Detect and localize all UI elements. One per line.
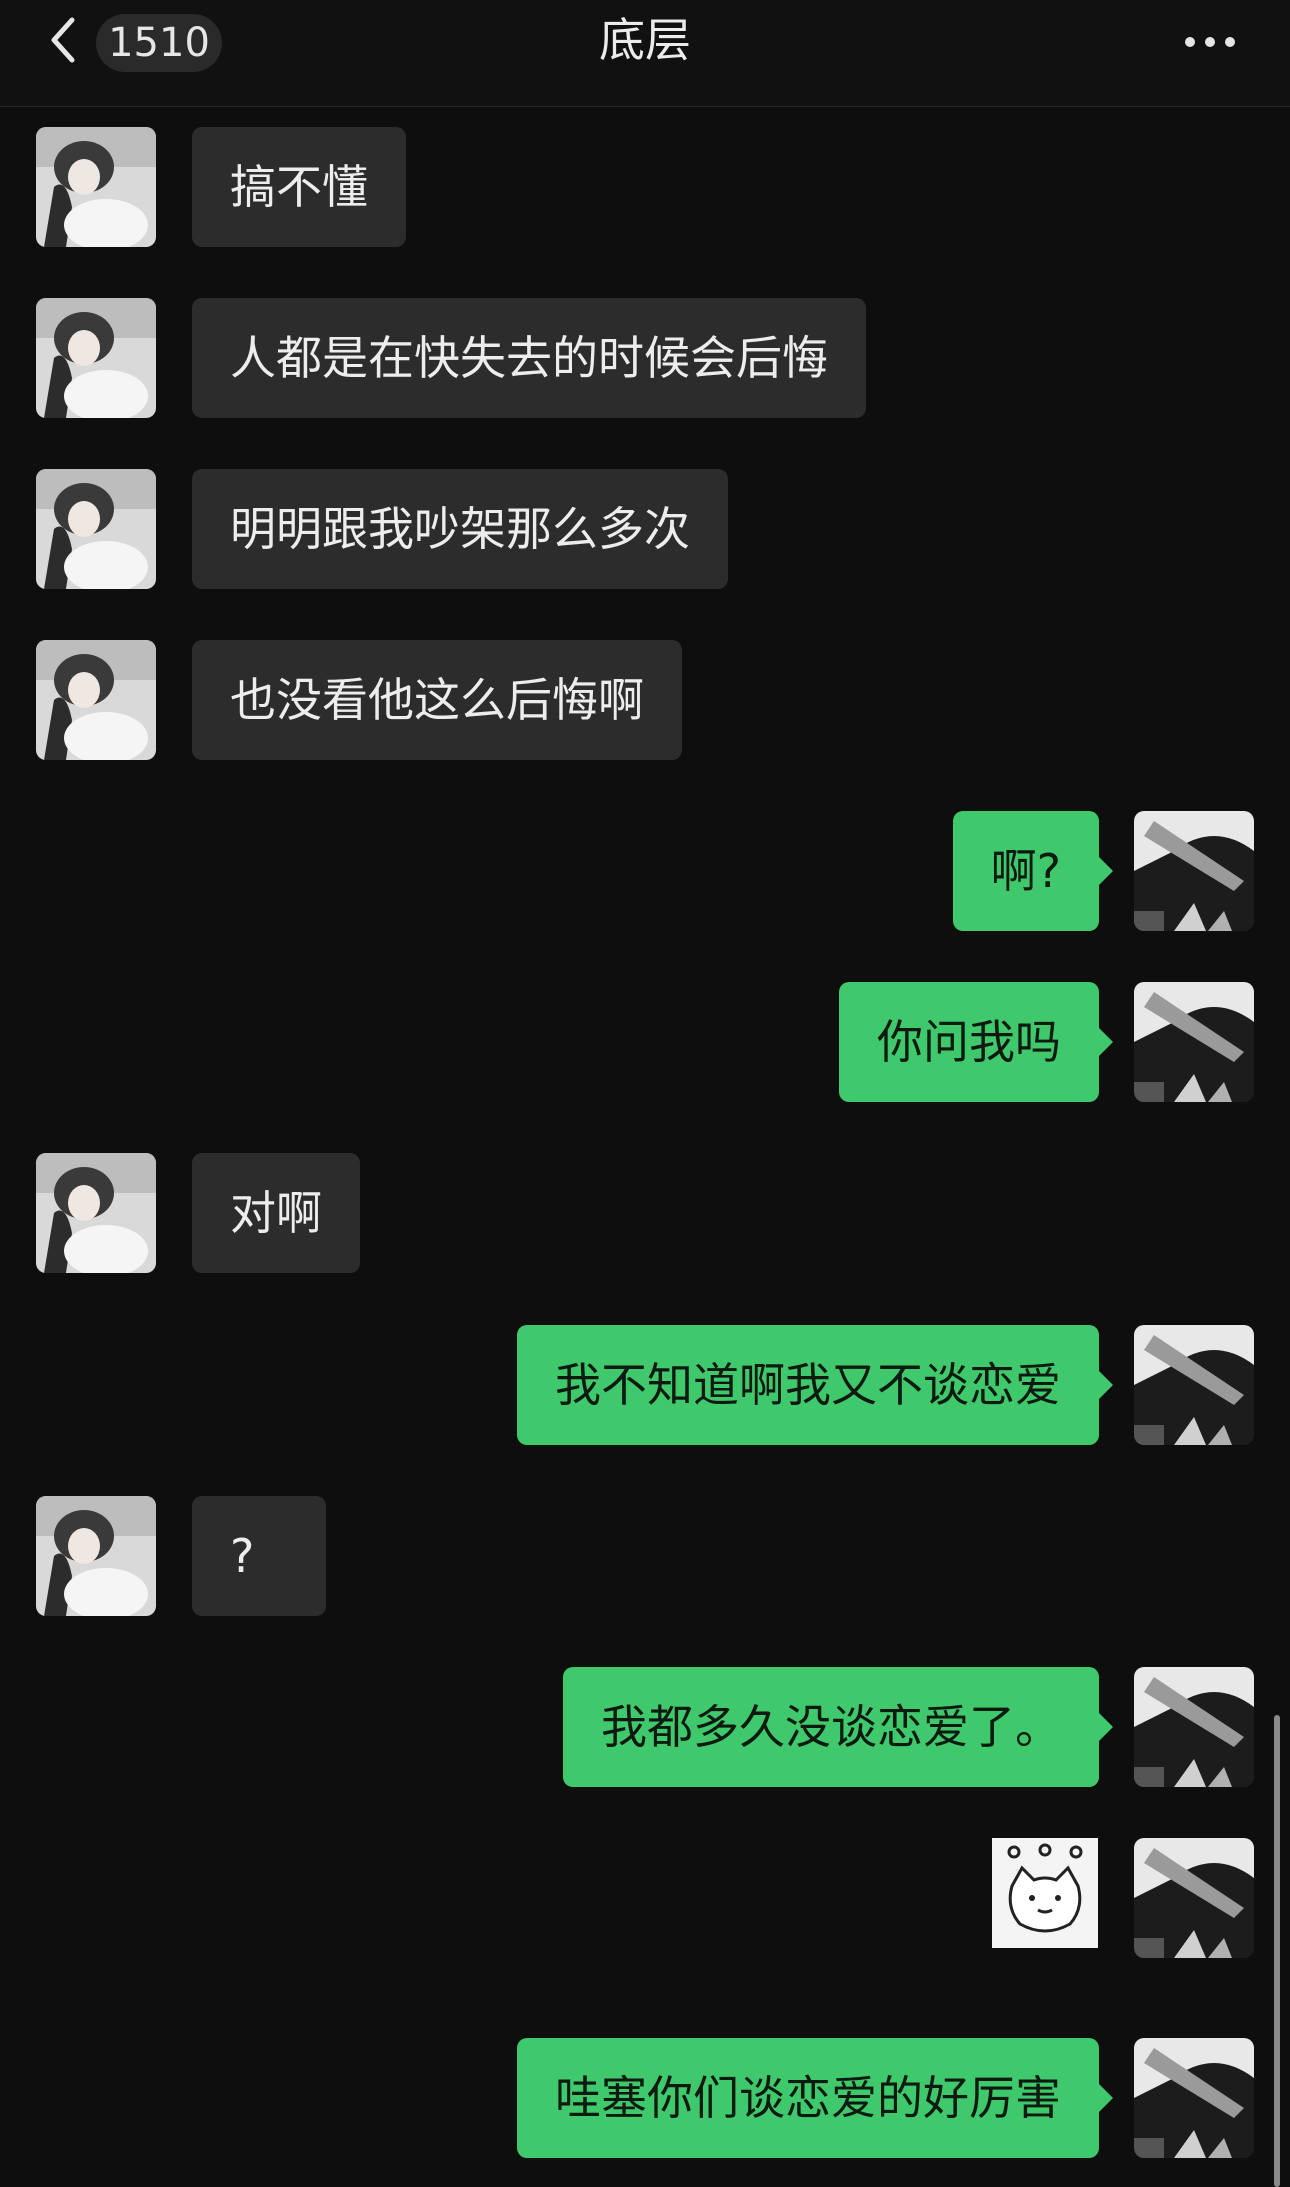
outgoing-message-bubble[interactable]: 啊? bbox=[952, 811, 1114, 931]
self-avatar[interactable] bbox=[1134, 2038, 1254, 2158]
self-avatar[interactable] bbox=[1134, 1838, 1254, 1958]
more-dots-icon[interactable] bbox=[1180, 22, 1240, 62]
contact-avatar[interactable] bbox=[36, 1153, 156, 1273]
chat-header: 1510 底层 bbox=[0, 0, 1290, 107]
self-avatar[interactable] bbox=[1134, 1667, 1254, 1787]
incoming-message-bubble[interactable]: 人都是在快失去的时候会后悔 bbox=[192, 298, 866, 418]
contact-avatar[interactable] bbox=[36, 640, 156, 760]
incoming-message-bubble[interactable]: 也没看他这么后悔啊 bbox=[192, 640, 682, 760]
contact-avatar[interactable] bbox=[36, 127, 156, 247]
incoming-message-bubble[interactable]: ? bbox=[192, 1496, 326, 1616]
contact-avatar[interactable] bbox=[36, 469, 156, 589]
outgoing-message-bubble[interactable]: 哇塞你们谈恋爱的好厉害 bbox=[517, 2038, 1113, 2158]
chat-title: 底层 bbox=[599, 13, 691, 67]
incoming-message-bubble[interactable]: 明明跟我吵架那么多次 bbox=[192, 469, 728, 589]
incoming-message-bubble[interactable]: 对啊 bbox=[192, 1153, 360, 1273]
incoming-message-bubble[interactable]: 搞不懂 bbox=[192, 127, 406, 247]
outgoing-message-bubble[interactable]: 你问我吗 bbox=[839, 982, 1113, 1102]
scrollbar[interactable] bbox=[1274, 1715, 1280, 2187]
outgoing-message-bubble[interactable]: 我都多久没谈恋爱了。 bbox=[563, 1667, 1113, 1787]
self-avatar[interactable] bbox=[1134, 1325, 1254, 1445]
contact-avatar[interactable] bbox=[36, 1496, 156, 1616]
self-avatar[interactable] bbox=[1134, 982, 1254, 1102]
outgoing-message-bubble[interactable]: 我不知道啊我又不谈恋爱 bbox=[517, 1325, 1113, 1445]
cat-face-sticker[interactable] bbox=[992, 1838, 1098, 1948]
contact-avatar[interactable] bbox=[36, 298, 156, 418]
self-avatar[interactable] bbox=[1134, 811, 1254, 931]
